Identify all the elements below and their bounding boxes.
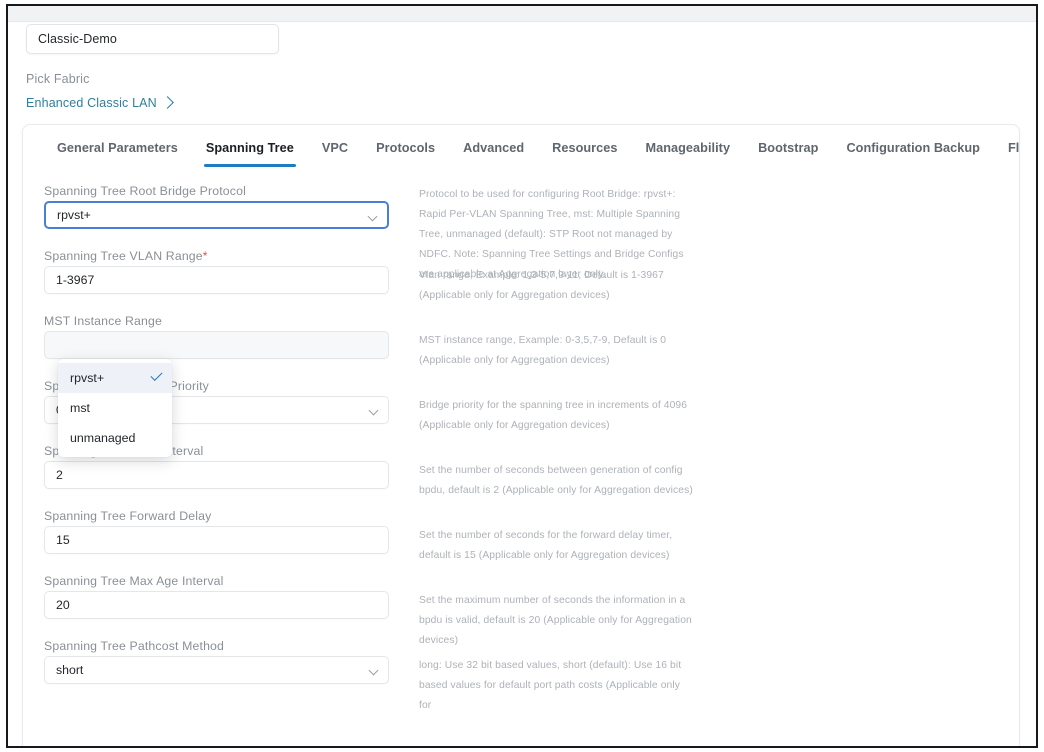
form-row: Spanning Tree Pathcost Method short long: … bbox=[23, 636, 1019, 711]
tab-label: Protocols bbox=[376, 141, 436, 155]
text-input-spanning-tree-vlan-range[interactable]: 1-3967 bbox=[44, 266, 389, 294]
tab-spanning-tree[interactable]: Spanning Tree bbox=[192, 137, 308, 167]
text-input-spanning-tree-hello-interval[interactable]: 2 bbox=[44, 461, 389, 489]
field-label: Spanning Tree Forward Delay bbox=[44, 506, 389, 526]
tab-label: Resources bbox=[552, 141, 618, 155]
dropdown-option-label: rpvst+ bbox=[70, 371, 105, 385]
form-row: Spanning Tree Max Age Interval 20 Set the … bbox=[23, 571, 1019, 646]
select-spanning-tree-root-bridge-protocol[interactable]: rpvst+ bbox=[44, 201, 389, 229]
field-label: Spanning Tree Max Age Interval bbox=[44, 571, 389, 591]
field-help-text: Set the number of seconds between genera… bbox=[419, 465, 693, 496]
browser-window: Classic-Demo Pick Fabric Enhanced Classi… bbox=[6, 4, 1038, 748]
field-value: rpvst+ bbox=[57, 208, 91, 222]
tab-manageability[interactable]: Manageability bbox=[632, 137, 745, 167]
field-label: Spanning Tree Pathcost Method bbox=[44, 636, 389, 656]
dropdown-option-label: unmanaged bbox=[70, 431, 136, 445]
field-label: Spanning Tree VLAN Range* bbox=[44, 246, 389, 266]
tab-general-parameters[interactable]: General Parameters bbox=[43, 137, 192, 167]
field-column: Spanning Tree VLAN Range* 1-3967 bbox=[44, 246, 389, 294]
field-label-text: Spanning Tree Root Bridge Protocol bbox=[44, 184, 246, 198]
field-help-text: Vlan range, Example: 1,3-5,7,9-11, Defau… bbox=[419, 270, 664, 301]
tab-label: Configuration Backup bbox=[846, 141, 980, 155]
tab-label: Manageability bbox=[645, 141, 731, 155]
selected-fabric-link[interactable]: Enhanced Classic LAN bbox=[26, 95, 174, 110]
field-value: 2 bbox=[56, 468, 63, 482]
form-row: Spanning Tree Root Bridge Protocol rpvst+… bbox=[23, 181, 1019, 280]
tab-configuration-backup[interactable]: Configuration Backup bbox=[832, 137, 994, 167]
tab-flow-monitor[interactable]: Flow Monitor bbox=[994, 137, 1020, 167]
check-icon bbox=[150, 368, 163, 382]
text-input-spanning-tree-max-age-interval[interactable]: 20 bbox=[44, 591, 389, 619]
fabric-name-input[interactable]: Classic-Demo bbox=[26, 24, 279, 54]
text-input-mst-instance-range[interactable] bbox=[44, 331, 389, 359]
field-label-text: Spanning Tree Max Age Interval bbox=[44, 574, 224, 588]
pick-fabric-label: Pick Fabric bbox=[26, 72, 90, 86]
tab-bootstrap[interactable]: Bootstrap bbox=[744, 137, 832, 167]
field-help-text: MST instance range, Example: 0-3,5,7-9, … bbox=[419, 335, 667, 366]
chevron-right-icon bbox=[160, 95, 174, 109]
form-row: Spanning Tree Forward Delay 15 Set the num… bbox=[23, 506, 1019, 571]
form-body: Spanning Tree Root Bridge Protocol rpvst+… bbox=[23, 181, 1019, 711]
protocol-dropdown-menu[interactable]: rpvst+ mst unmanaged bbox=[58, 359, 172, 457]
screenshot-root: Classic-Demo Pick Fabric Enhanced Classi… bbox=[0, 0, 1044, 752]
field-help-text: Bridge priority for the spanning tree in… bbox=[419, 400, 688, 431]
tab-label: VPC bbox=[321, 141, 349, 155]
field-column: Spanning Tree Forward Delay 15 bbox=[44, 506, 389, 554]
text-input-spanning-tree-forward-delay[interactable]: 15 bbox=[44, 526, 389, 554]
form-row: Spanning Tree VLAN Range* 1-3967 Vlan rang… bbox=[23, 246, 1019, 311]
tab-vpc[interactable]: VPC bbox=[308, 137, 362, 167]
tab-label: General Parameters bbox=[57, 141, 178, 155]
tab-label: Spanning Tree bbox=[205, 141, 294, 155]
field-column: Spanning Tree Max Age Interval 20 bbox=[44, 571, 389, 619]
tab-label: Advanced bbox=[463, 141, 525, 155]
tab-resources[interactable]: Resources bbox=[538, 137, 631, 167]
required-asterisk: * bbox=[202, 249, 208, 263]
top-toolbar-strip bbox=[8, 6, 1036, 22]
tab-bar: General Parameters Spanning Tree VPC Protoc… bbox=[23, 137, 1019, 175]
form-row: Spanning Tree Bridge Priority0Bridge pri… bbox=[23, 376, 1019, 441]
chevron-down-icon bbox=[367, 211, 378, 222]
dropdown-option-rpvst[interactable]: rpvst+ bbox=[58, 363, 172, 393]
field-label-text: Spanning Tree Pathcost Method bbox=[44, 639, 225, 653]
field-column: Spanning Tree Pathcost Method short bbox=[44, 636, 389, 684]
form-row: MST Instance Range MST instance range, Ex… bbox=[23, 311, 1019, 376]
field-value: 15 bbox=[56, 533, 70, 547]
field-label-text: Spanning Tree VLAN Range bbox=[44, 249, 203, 263]
dropdown-option-mst[interactable]: mst bbox=[58, 393, 172, 423]
field-column: MST Instance Range bbox=[44, 311, 389, 359]
dropdown-option-unmanaged[interactable]: unmanaged bbox=[58, 423, 172, 453]
field-column: Spanning Tree Root Bridge Protocol rpvst+ bbox=[44, 181, 389, 229]
chevron-down-icon bbox=[368, 665, 379, 676]
chevron-down-icon bbox=[368, 405, 379, 416]
tab-protocols[interactable]: Protocols bbox=[362, 137, 449, 167]
dropdown-option-label: mst bbox=[70, 401, 90, 415]
settings-card: General Parameters Spanning Tree VPC Protoc… bbox=[22, 124, 1020, 746]
form-row: Spanning Tree Hello Interval2Set the num… bbox=[23, 441, 1019, 506]
fabric-name-value: Classic-Demo bbox=[38, 32, 117, 46]
tab-label: Flow Monitor bbox=[1007, 141, 1020, 155]
tab-advanced[interactable]: Advanced bbox=[449, 137, 538, 167]
field-label: MST Instance Range bbox=[44, 311, 389, 331]
field-help-text: long: Use 32 bit based values, short (de… bbox=[419, 660, 682, 711]
field-help-text: Set the number of seconds for the forwar… bbox=[419, 530, 673, 561]
field-label: Spanning Tree Root Bridge Protocol bbox=[44, 181, 389, 201]
tab-label: Bootstrap bbox=[758, 141, 819, 155]
field-label-text: Spanning Tree Forward Delay bbox=[44, 509, 212, 523]
field-value: 1-3967 bbox=[56, 273, 95, 287]
field-value: 20 bbox=[56, 598, 70, 612]
select-spanning-tree-pathcost-method[interactable]: short bbox=[44, 656, 389, 684]
selected-fabric-label: Enhanced Classic LAN bbox=[26, 96, 157, 110]
field-label-text: MST Instance Range bbox=[44, 314, 162, 328]
field-value: short bbox=[56, 663, 84, 677]
